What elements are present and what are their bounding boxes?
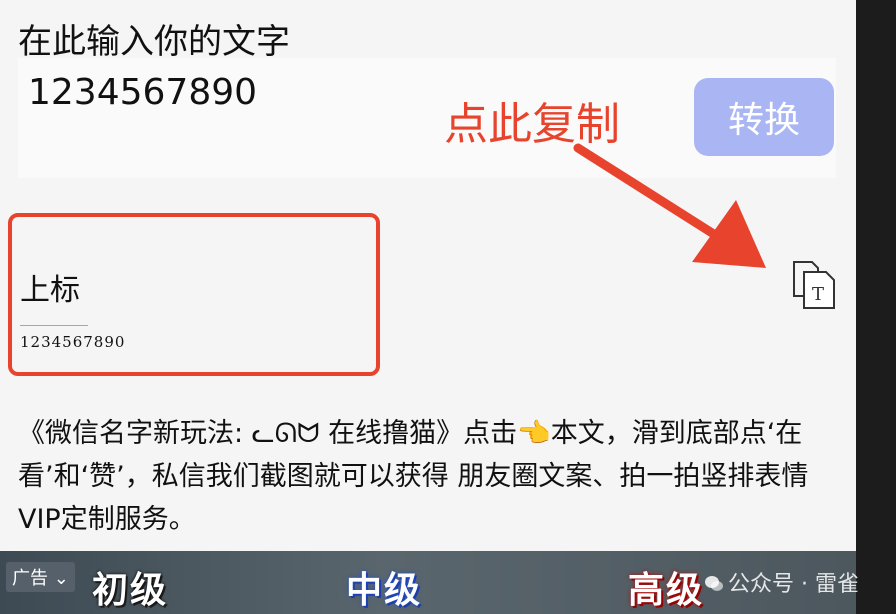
- level-beginner: 初级: [92, 570, 169, 611]
- result-highlight-box: 上标 1234567890: [8, 213, 380, 376]
- article-text: 《微信名字新玩法: ᓚᘏᗢ 在线撸猫》点击👈本文，滑到底部点‘在看’和‘赞’，私…: [18, 418, 809, 535]
- result-text[interactable]: 1234567890: [20, 333, 125, 351]
- level-intermediate: 中级: [346, 570, 423, 611]
- annotation-arrow-icon: [573, 143, 766, 268]
- wechat-icon: [705, 576, 723, 591]
- input-value: 1234567890: [28, 72, 258, 113]
- right-edge-strip: [856, 0, 896, 614]
- ad-tag[interactable]: 广告 ⌄: [6, 562, 75, 592]
- copy-icon[interactable]: T: [790, 256, 838, 312]
- watermark-text: 公众号 · 雷雀: [728, 572, 859, 597]
- page-title: 在此输入你的文字: [18, 22, 290, 62]
- result-divider: [20, 325, 88, 326]
- svg-text:T: T: [812, 284, 824, 305]
- watermark: 公众号 · 雷雀: [704, 566, 859, 598]
- result-label: 上标: [20, 273, 80, 308]
- level-advanced: 高级: [628, 570, 705, 611]
